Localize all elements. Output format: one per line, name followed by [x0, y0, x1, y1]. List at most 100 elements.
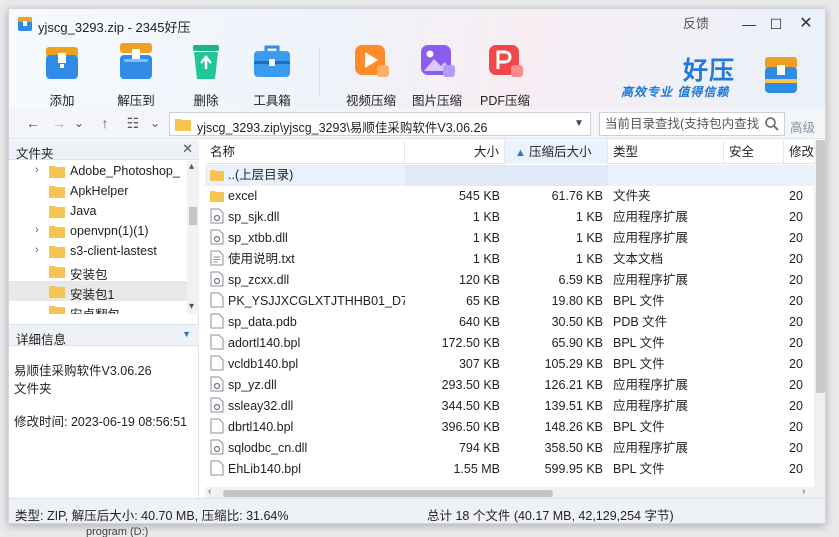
compressed-size-cell: 358.50 KB	[544, 441, 603, 455]
scroll-down-arrow-icon[interactable]: ▾	[189, 301, 194, 312]
file-name: 使用说明.txt	[228, 252, 295, 266]
toolbox-button[interactable]: 工具箱	[247, 39, 297, 108]
tree-item-label: Java	[70, 204, 97, 218]
file-name: sqlodbc_cn.dll	[228, 441, 308, 455]
table-row[interactable]: vcldb140.bpl 307 KB 105.29 KB BPL 文件 20	[205, 354, 814, 375]
search-input[interactable]	[600, 113, 760, 135]
size-cell: 1 KB	[472, 252, 500, 266]
view-mode-dropdown[interactable]: ⌄	[145, 113, 165, 133]
size-cell: 1.55 MB	[453, 462, 500, 476]
detail-pane-header: 详细信息 ▼	[9, 324, 199, 347]
security-cell	[724, 459, 784, 480]
compressed-size-cell: 61.76 KB	[551, 189, 603, 203]
column-name[interactable]: 名称	[205, 140, 405, 164]
column-modified[interactable]: 修改	[784, 140, 814, 164]
modified-cell: 20	[789, 336, 803, 350]
address-bar: ← → ⌄ ↑ ☷ ⌄ yjscg_3293.zip\yjscg_3293\易顺…	[9, 109, 825, 139]
tree-item[interactable]: › Adobe_Photoshop_	[9, 161, 187, 181]
table-row[interactable]: sqlodbc_cn.dll 794 KB 358.50 KB 应用程序扩展 20	[205, 438, 814, 459]
security-cell	[724, 249, 784, 270]
table-row[interactable]: sp_data.pdb 640 KB 30.50 KB PDB 文件 20	[205, 312, 814, 333]
tree-item[interactable]: 安卓翻包	[9, 301, 187, 314]
table-row[interactable]: adortl140.bpl 172.50 KB 65.90 KB BPL 文件 20	[205, 333, 814, 354]
delete-button[interactable]: 删除	[181, 39, 231, 108]
table-row[interactable]: EhLib140.bpl 1.55 MB 599.95 KB BPL 文件 20	[205, 459, 814, 480]
tree-item[interactable]: › s3-client-lastest	[9, 241, 187, 261]
file-name: sp_sjk.dll	[228, 210, 280, 224]
tree-item[interactable]: Java	[9, 201, 187, 221]
name-cell: sqlodbc_cn.dll	[205, 438, 405, 459]
image-compress-button[interactable]: 图片压缩	[409, 39, 465, 108]
path-field[interactable]: yjscg_3293.zip\yjscg_3293\易顺佳采购软件V3.06.2…	[169, 112, 591, 136]
expand-arrow-icon[interactable]: ›	[35, 224, 39, 236]
minimize-button[interactable]: —	[737, 13, 761, 35]
table-row[interactable]: sp_sjk.dll 1 KB 1 KB 应用程序扩展 20	[205, 207, 814, 228]
size-cell: 1 KB	[472, 231, 500, 245]
search-icon[interactable]	[764, 116, 780, 132]
folder-pane-close-icon[interactable]: ✕	[182, 141, 193, 157]
folder-tree-scroll-thumb[interactable]	[189, 207, 197, 225]
security-cell	[724, 396, 784, 417]
security-cell	[724, 291, 784, 312]
add-button[interactable]: 添加	[37, 39, 87, 108]
horizontal-scroll-thumb[interactable]	[223, 490, 553, 497]
table-row[interactable]: ssleay32.dll 344.50 KB 139.51 KB 应用程序扩展 20	[205, 396, 814, 417]
file-file-icon	[210, 460, 224, 476]
column-security[interactable]: 安全	[724, 140, 784, 164]
scroll-up-arrow-icon[interactable]: ▴	[189, 161, 194, 172]
parent-directory-row[interactable]: ..(上层目录)	[205, 165, 814, 186]
file-name: sp_zcxx.dll	[228, 273, 290, 287]
search-box	[599, 112, 785, 136]
video-compress-button[interactable]: 视频压缩	[343, 39, 399, 108]
back-button[interactable]: ←	[23, 113, 43, 133]
table-row[interactable]: sp_zcxx.dll 120 KB 6.59 KB 应用程序扩展 20	[205, 270, 814, 291]
column-compressed-size-label: 压缩后大小	[528, 145, 592, 159]
path-dropdown-icon[interactable]: ▼	[571, 115, 587, 133]
column-compressed-size[interactable]: ▲ 压缩后大小	[505, 140, 608, 164]
tree-item[interactable]: › openvpn(1)(1)	[9, 221, 187, 241]
table-row[interactable]: 使用说明.txt 1 KB 1 KB 文本文档 20	[205, 249, 814, 270]
table-row[interactable]: dbrtl140.bpl 396.50 KB 148.26 KB BPL 文件 20	[205, 417, 814, 438]
column-size[interactable]: 大小	[405, 140, 505, 164]
background-drive-label: program (D:)	[86, 526, 149, 537]
scroll-left-arrow-icon[interactable]: ‹	[208, 486, 211, 497]
maximize-button[interactable]: ☐	[764, 13, 788, 35]
forward-button[interactable]: →	[49, 113, 69, 133]
folder-icon	[210, 191, 224, 202]
expand-arrow-icon[interactable]: ›	[35, 244, 39, 256]
left-panel: 文件夹 ✕ › Adobe_Photoshop_ ApkHelper Java › ope…	[9, 140, 199, 498]
path-text: yjscg_3293.zip\yjscg_3293\易顺佳采购软件V3.06.2…	[197, 121, 488, 135]
file-name: ssleay32.dll	[228, 399, 294, 413]
tree-item[interactable]: 安装包1	[9, 281, 187, 302]
file-list-vertical-scrollbar[interactable]	[814, 140, 825, 498]
view-mode-button[interactable]: ☷	[123, 113, 143, 133]
scroll-right-arrow-icon[interactable]: ›	[802, 486, 805, 497]
size-cell: 640 KB	[458, 315, 500, 329]
collapse-triangle-icon[interactable]: ▼	[182, 329, 191, 339]
security-cell	[724, 228, 784, 249]
extract-to-button[interactable]: 解压到	[111, 39, 161, 108]
up-level-button[interactable]: ↑	[95, 113, 115, 133]
tree-item-label: s3-client-lastest	[70, 244, 157, 258]
detail-type: 文件夹	[14, 382, 52, 396]
tree-item[interactable]: 安装包	[9, 261, 187, 282]
table-row[interactable]: excel 545 KB 61.76 KB 文件夹 20	[205, 186, 814, 207]
table-row[interactable]: PK_YSJJXCGLXTJTHHB01_D7... 65 KB 19.80 KB B…	[205, 291, 814, 312]
folder-tree-scrollbar[interactable]: ▴ ▾	[187, 161, 199, 314]
history-dropdown[interactable]: ⌄	[69, 113, 89, 133]
type-cell: 应用程序扩展	[613, 210, 689, 224]
table-row[interactable]: sp_yz.dll 293.50 KB 126.21 KB 应用程序扩展 20	[205, 375, 814, 396]
feedback-button[interactable]: 反馈	[679, 13, 713, 35]
tree-item[interactable]: ApkHelper	[9, 181, 187, 201]
column-type[interactable]: 类型	[608, 140, 724, 164]
compressed-size-cell: 1 KB	[575, 231, 603, 245]
folder-pane-title: 文件夹	[16, 147, 54, 161]
pdf-compress-button[interactable]: PDF压缩	[477, 39, 533, 108]
vertical-scroll-thumb[interactable]	[816, 140, 825, 393]
table-row[interactable]: sp_xtbb.dll 1 KB 1 KB 应用程序扩展 20	[205, 228, 814, 249]
expand-arrow-icon[interactable]: ›	[35, 164, 39, 176]
folder-icon	[49, 266, 65, 278]
brand-slogan: 高效专业 值得信赖	[621, 85, 730, 99]
close-button[interactable]: ✕	[794, 13, 818, 35]
advanced-search-button[interactable]: 高级	[790, 117, 815, 136]
